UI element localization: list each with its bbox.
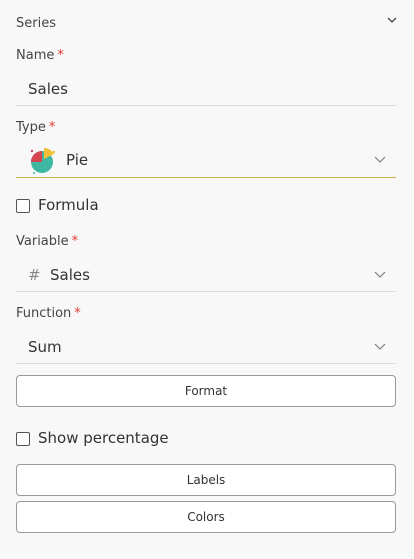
variable-label-text: Variable bbox=[16, 234, 69, 249]
formula-label: Formula bbox=[38, 196, 99, 214]
function-select-value: Sum bbox=[28, 338, 62, 356]
colors-button[interactable]: Colors bbox=[16, 501, 396, 533]
chevron-down-icon bbox=[374, 343, 386, 350]
type-select[interactable]: Pie bbox=[16, 142, 396, 178]
show-percentage-label: Show percentage bbox=[38, 429, 169, 447]
pie-chart-icon bbox=[30, 147, 56, 174]
variable-label: Variable * bbox=[16, 234, 78, 249]
name-label-text: Name bbox=[16, 48, 55, 63]
variable-select-value: Sales bbox=[50, 266, 90, 284]
section-title: Series bbox=[16, 16, 56, 31]
section-header-series[interactable]: Series bbox=[16, 12, 398, 31]
type-select-value: Pie bbox=[66, 151, 89, 169]
function-label: Function * bbox=[16, 306, 81, 321]
chevron-down-icon bbox=[374, 271, 386, 278]
required-marker: * bbox=[71, 234, 79, 249]
type-label: Type * bbox=[16, 120, 55, 135]
required-marker: * bbox=[48, 120, 56, 135]
hash-icon: # bbox=[28, 266, 41, 284]
show-percentage-checkbox[interactable] bbox=[16, 432, 30, 446]
chevron-down-icon bbox=[374, 156, 386, 163]
name-input-value: Sales bbox=[28, 80, 68, 98]
formula-checkbox[interactable] bbox=[16, 199, 30, 213]
chevron-down-icon[interactable] bbox=[386, 14, 398, 26]
name-label: Name * bbox=[16, 48, 64, 63]
labels-button[interactable]: Labels bbox=[16, 464, 396, 496]
function-label-text: Function bbox=[16, 306, 72, 321]
type-label-text: Type bbox=[16, 120, 46, 135]
series-panel: Series Name * Sales Type * Pie Formula V… bbox=[0, 0, 414, 559]
required-marker: * bbox=[57, 48, 64, 63]
function-select[interactable]: Sum bbox=[16, 330, 396, 364]
format-button[interactable]: Format bbox=[16, 375, 396, 407]
variable-select[interactable]: # Sales bbox=[16, 258, 396, 292]
required-marker: * bbox=[74, 306, 81, 321]
name-input[interactable]: Sales bbox=[16, 72, 396, 106]
